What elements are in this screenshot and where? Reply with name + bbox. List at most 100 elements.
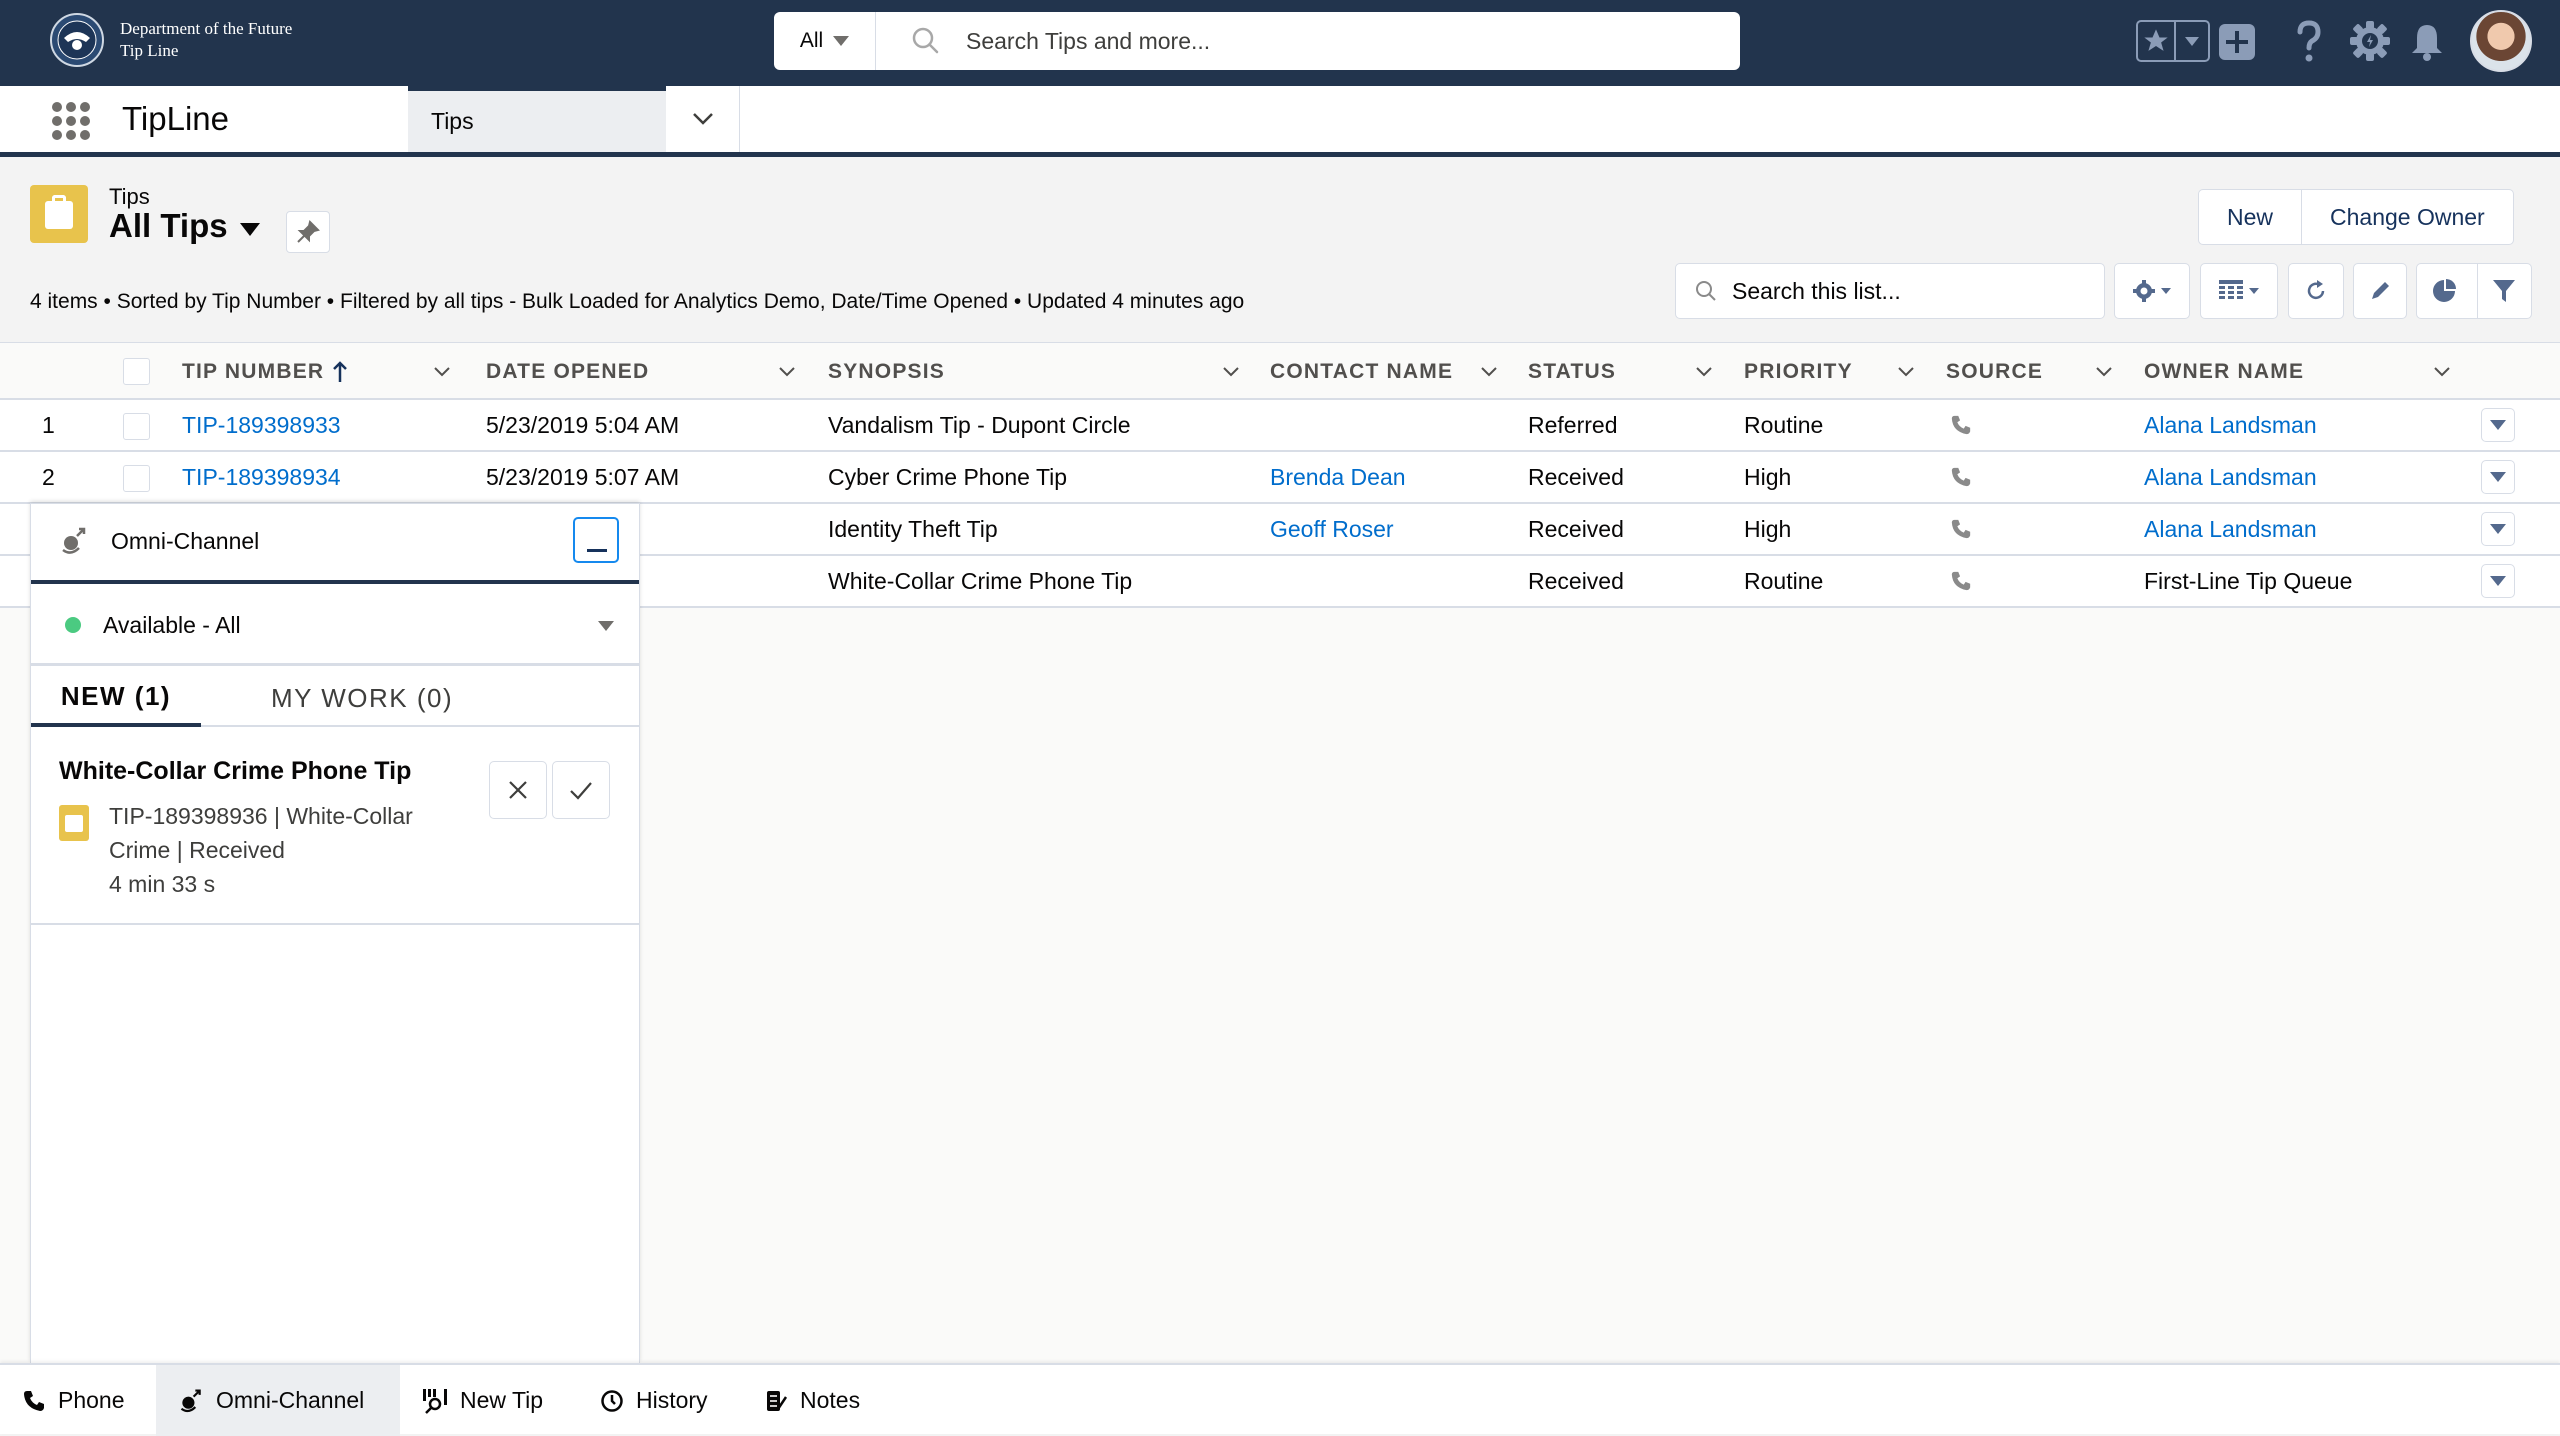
utility-history[interactable]: History: [578, 1365, 730, 1436]
app-launcher-icon[interactable]: [52, 102, 90, 140]
owner-name[interactable]: Alana Landsman: [2144, 400, 2317, 450]
incoming-work-item[interactable]: White-Collar Crime Phone Tip TIP-1893989…: [31, 729, 639, 925]
column-menu-chevron-icon[interactable]: [1479, 361, 1499, 381]
column-header-synopsis[interactable]: SYNOPSIS: [828, 343, 945, 400]
row-checkbox[interactable]: [123, 465, 150, 492]
favorites-star-icon[interactable]: [2138, 22, 2176, 60]
omni-channel-header: Omni-Channel: [31, 504, 639, 584]
global-create-icon[interactable]: [2217, 22, 2257, 62]
row-actions-menu-button[interactable]: [2481, 564, 2515, 598]
column-menu-chevron-icon[interactable]: [1221, 361, 1241, 381]
table-header-row: TIP NUMBER DATE OPENED SYNOPSIS CONTACT …: [0, 343, 2560, 400]
contact-name-link[interactable]: Geoff Roser: [1270, 504, 1394, 554]
row-number: 1: [42, 411, 55, 438]
utility-bar: Phone Omni-Channel New Tip History Notes: [0, 1363, 2560, 1436]
contact-name-link[interactable]: Brenda Dean: [1270, 452, 1406, 502]
tips-object-icon: [30, 185, 88, 243]
search-scope-label: All: [799, 29, 824, 52]
list-settings-button[interactable]: [2114, 263, 2190, 319]
nav-tab-dropdown[interactable]: [666, 86, 740, 152]
priority: High: [1744, 515, 1792, 542]
source-phone-icon: [1950, 400, 1972, 450]
status: Received: [1528, 463, 1624, 490]
utility-label: Phone: [58, 1387, 125, 1413]
column-label: TIP NUMBER: [182, 359, 325, 383]
pin-list-button[interactable]: [286, 211, 330, 253]
favorites-dropdown-icon[interactable]: [2176, 22, 2208, 60]
user-avatar[interactable]: [2470, 10, 2532, 72]
source-phone-icon: [1950, 452, 1972, 502]
tip-number-link[interactable]: TIP-189398934: [182, 452, 341, 502]
tab-my-work[interactable]: MY WORK (0): [271, 669, 453, 727]
row-actions-menu-button[interactable]: [2481, 460, 2515, 494]
row-actions-menu-button[interactable]: [2481, 512, 2515, 546]
nav-tab-tips[interactable]: Tips: [408, 86, 666, 152]
owner-name[interactable]: Alana Landsman: [2144, 452, 2317, 502]
change-owner-button[interactable]: Change Owner: [2301, 190, 2513, 244]
caret-down-icon: [598, 621, 614, 631]
list-search: [1675, 263, 2105, 319]
utility-new-tip[interactable]: New Tip: [400, 1365, 565, 1436]
global-search-input[interactable]: [966, 27, 1666, 55]
work-item-detail-line: TIP-189398936 | White-Collar: [109, 803, 413, 829]
column-menu-chevron-icon[interactable]: [2094, 361, 2114, 381]
setup-gear-icon[interactable]: [2349, 20, 2391, 62]
presence-status-dropdown[interactable]: Available - All: [31, 588, 639, 666]
accept-work-button[interactable]: [552, 761, 610, 819]
date-opened: 5/23/2019 5:04 AM: [486, 411, 680, 438]
minimize-button[interactable]: [573, 517, 619, 563]
tip-number-link[interactable]: TIP-189398933: [182, 400, 341, 450]
department-seal-logo[interactable]: [42, 12, 112, 68]
list-search-input[interactable]: [1732, 277, 2028, 305]
decline-work-button[interactable]: [489, 761, 547, 819]
column-header-contact-name[interactable]: CONTACT NAME: [1270, 343, 1453, 400]
inline-edit-button[interactable]: [2353, 263, 2407, 319]
utility-notes[interactable]: Notes: [742, 1365, 882, 1436]
table-view-icon: [2219, 280, 2243, 299]
pencil-edit-icon: [2372, 282, 2389, 299]
display-as-button[interactable]: [2200, 263, 2278, 319]
column-header-source[interactable]: SOURCE: [1946, 343, 2043, 400]
help-icon[interactable]: [2294, 20, 2324, 64]
search-scope-dropdown[interactable]: All: [774, 12, 876, 70]
list-view-title[interactable]: All Tips: [109, 207, 228, 245]
filter-button[interactable]: [2476, 264, 2531, 318]
new-tip-icon: [423, 1388, 447, 1414]
column-menu-chevron-icon[interactable]: [1896, 361, 1916, 381]
column-header-priority[interactable]: PRIORITY: [1744, 343, 1853, 400]
owner-name[interactable]: Alana Landsman: [2144, 504, 2317, 554]
row-actions-menu-button[interactable]: [2481, 408, 2515, 442]
new-button[interactable]: New: [2199, 190, 2301, 244]
column-header-owner-name[interactable]: OWNER NAME: [2144, 343, 2304, 400]
refresh-icon: [2307, 280, 2325, 300]
org-name-line1: Department of the Future: [120, 19, 293, 38]
notes-icon: [767, 1390, 788, 1411]
close-icon: [509, 781, 527, 799]
work-item-title: White-Collar Crime Phone Tip: [59, 757, 412, 785]
column-menu-chevron-icon[interactable]: [777, 361, 797, 381]
caret-down-icon: [2490, 472, 2506, 482]
column-menu-chevron-icon[interactable]: [432, 361, 452, 381]
app-nav-bar: TipLine Tips: [0, 86, 2560, 152]
filter-funnel-icon: [2493, 280, 2516, 302]
utility-omni-channel[interactable]: Omni-Channel: [156, 1365, 400, 1436]
column-label: PRIORITY: [1744, 359, 1853, 383]
select-all-checkbox[interactable]: [123, 358, 150, 385]
list-meta-info: 4 items • Sorted by Tip Number • Filtere…: [30, 290, 1245, 313]
column-header-status[interactable]: STATUS: [1528, 343, 1616, 400]
tab-new-work[interactable]: NEW (1): [31, 669, 201, 727]
column-header-tip-number[interactable]: TIP NUMBER: [182, 343, 348, 400]
column-label: SOURCE: [1946, 359, 2044, 383]
row-checkbox[interactable]: [123, 413, 150, 440]
show-charts-button[interactable]: [2417, 264, 2471, 318]
column-menu-chevron-icon[interactable]: [1694, 361, 1714, 381]
column-menu-chevron-icon[interactable]: [2432, 361, 2452, 381]
list-view-dropdown-icon[interactable]: [240, 223, 260, 236]
refresh-button[interactable]: [2288, 263, 2344, 319]
utility-phone[interactable]: Phone: [0, 1365, 147, 1436]
column-header-date-opened[interactable]: DATE OPENED: [486, 343, 649, 400]
minimize-icon: [587, 549, 607, 552]
notifications-bell-icon[interactable]: [2408, 22, 2446, 62]
source-phone-icon: [1950, 556, 1972, 606]
caret-down-icon: [2490, 420, 2506, 430]
